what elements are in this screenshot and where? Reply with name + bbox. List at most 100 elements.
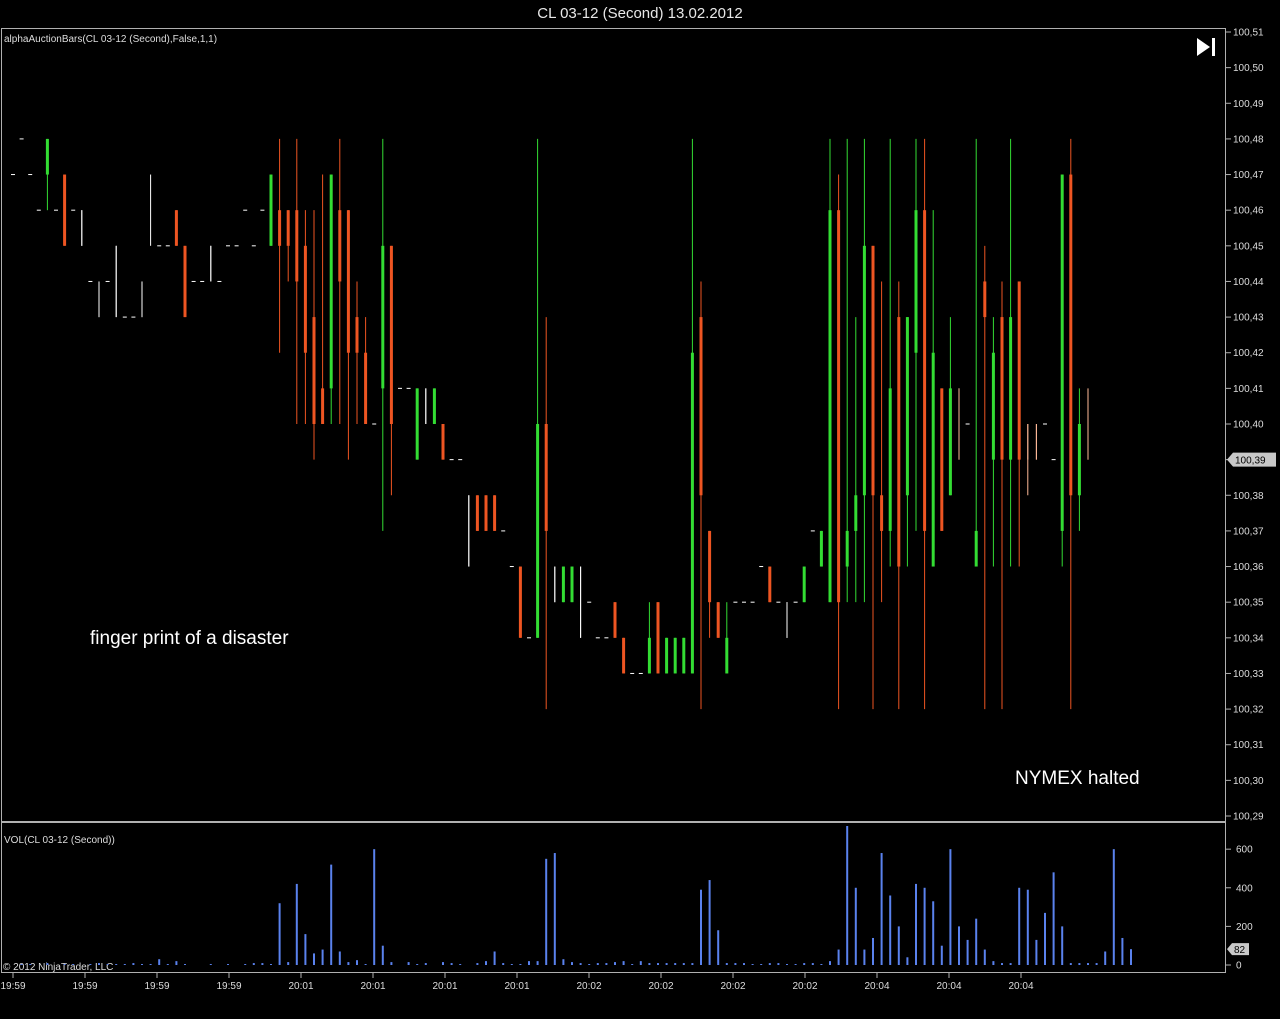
volume-bar [992, 961, 995, 965]
volume-bar [287, 962, 290, 965]
volume-bar [880, 853, 883, 965]
volume-bar [424, 963, 427, 965]
volume-panel-frame [1, 822, 1226, 973]
volume-bar [295, 883, 298, 965]
price-bar [974, 138, 978, 567]
price-bar [329, 174, 333, 424]
price-bar [931, 210, 935, 567]
volume-bar [46, 963, 49, 965]
time-tick-label: 19:59 [144, 981, 169, 992]
price-tick-label: 100,29 [1233, 812, 1264, 823]
volume-bar [872, 937, 874, 965]
price-tick-label: 100,43 [1233, 313, 1264, 324]
time-tick-label: 20:02 [576, 981, 601, 992]
price-bar [802, 566, 806, 603]
volume-bar [485, 961, 487, 965]
volume-bar [270, 964, 272, 965]
price-indicator-label: alphaAuctionBars(CL 03-12 (Second),False… [4, 34, 217, 45]
volume-bar [734, 963, 737, 965]
volume-bar [605, 963, 608, 965]
price-bar [845, 138, 849, 603]
price-bar [958, 388, 960, 460]
price-bar [690, 138, 694, 674]
time-tick-label: 20:01 [288, 981, 313, 992]
volume-bar [1018, 887, 1021, 965]
volume-bar [252, 963, 255, 965]
price-bar [141, 281, 143, 318]
volume-bar [261, 963, 264, 965]
price-tick-label: 100,44 [1233, 277, 1264, 288]
price-bar [115, 245, 117, 318]
volume-bar [940, 945, 943, 965]
price-tick-label: 100,48 [1233, 134, 1264, 145]
price-bar [1027, 424, 1029, 496]
time-tick-label: 20:01 [432, 981, 457, 992]
volume-bar [184, 964, 186, 965]
time-tick-label: 20:04 [864, 981, 889, 992]
time-tick-label: 20:02 [720, 981, 745, 992]
price-tick-label: 100,32 [1233, 705, 1264, 716]
price-bar [303, 210, 307, 424]
volume-bar [476, 963, 479, 965]
annotation-right: NYMEX halted [1015, 768, 1140, 789]
price-bar [278, 138, 282, 353]
price-tick-label: 100,49 [1233, 99, 1264, 110]
volume-tick-label: 400 [1236, 883, 1253, 894]
price-bar [441, 424, 445, 460]
volume-bar [347, 962, 350, 965]
volume-bar [132, 963, 135, 965]
volume-bar [416, 964, 419, 965]
volume-bar [682, 963, 685, 965]
volume-bar [1026, 889, 1029, 965]
volume-bar [614, 962, 616, 965]
price-bar [580, 566, 582, 638]
price-bar [665, 637, 669, 674]
price-tick-label: 100,51 [1233, 28, 1264, 39]
price-tick-label: 100,33 [1233, 669, 1264, 680]
price-bar [98, 281, 100, 318]
price-bar [897, 281, 901, 710]
price-bar [1009, 138, 1013, 567]
volume-tick-label: 0 [1236, 961, 1242, 972]
price-bar [63, 174, 67, 246]
volume-bar [725, 963, 728, 965]
time-tick-label: 20:01 [360, 981, 385, 992]
price-bar [622, 637, 626, 674]
price-bar [536, 138, 540, 638]
volume-bar [579, 963, 582, 965]
volume-bar [166, 964, 169, 965]
volume-bar [106, 964, 109, 965]
volume-bar [459, 964, 462, 965]
volume-bar [648, 963, 651, 965]
price-bar [786, 602, 788, 638]
volume-bar [1061, 926, 1064, 965]
volume-bar [502, 963, 505, 965]
price-bar [1035, 424, 1037, 460]
price-bar [888, 138, 892, 567]
price-tick-label: 100,35 [1233, 598, 1264, 609]
price-tick-label: 100,36 [1233, 562, 1264, 573]
volume-bar [63, 964, 66, 965]
volume-bar [381, 945, 384, 965]
volume-bar [209, 964, 212, 965]
price-bar [484, 495, 488, 531]
volume-bar [20, 964, 23, 965]
price-bar [914, 138, 918, 531]
price-tick-label: 100,47 [1233, 170, 1264, 181]
volume-bar [510, 964, 513, 965]
price-bar [983, 245, 987, 710]
volume-bar [321, 949, 324, 965]
volume-bar [1052, 872, 1055, 965]
time-tick-label: 20:02 [648, 981, 673, 992]
volume-bar [98, 963, 100, 965]
skip-to-end-icon[interactable] [1197, 38, 1215, 56]
volume-bar [553, 853, 556, 965]
time-tick-label: 20:02 [792, 981, 817, 992]
price-tick-label: 100,30 [1233, 776, 1264, 787]
price-bar [554, 566, 556, 603]
price-bar [269, 174, 273, 246]
price-bar [468, 495, 470, 567]
price-bar [613, 602, 617, 638]
time-tick-label: 19:59 [0, 981, 25, 992]
volume-bar [665, 963, 668, 965]
